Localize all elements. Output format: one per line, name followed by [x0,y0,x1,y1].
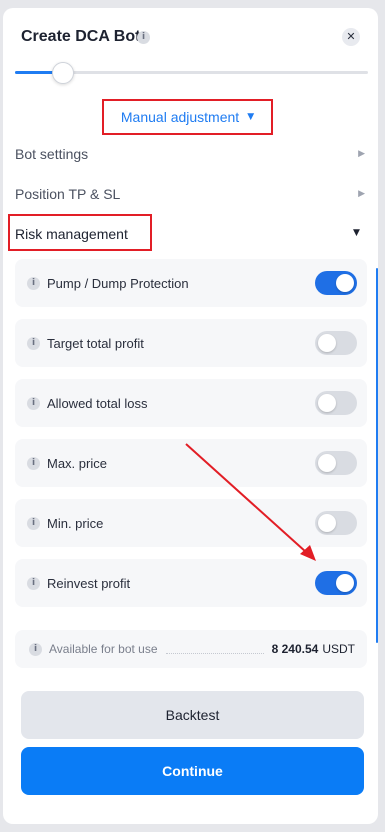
annotation-arrow [185,443,316,561]
annotation-arrow-line [185,443,307,553]
annotation-arrow-head [300,545,316,561]
